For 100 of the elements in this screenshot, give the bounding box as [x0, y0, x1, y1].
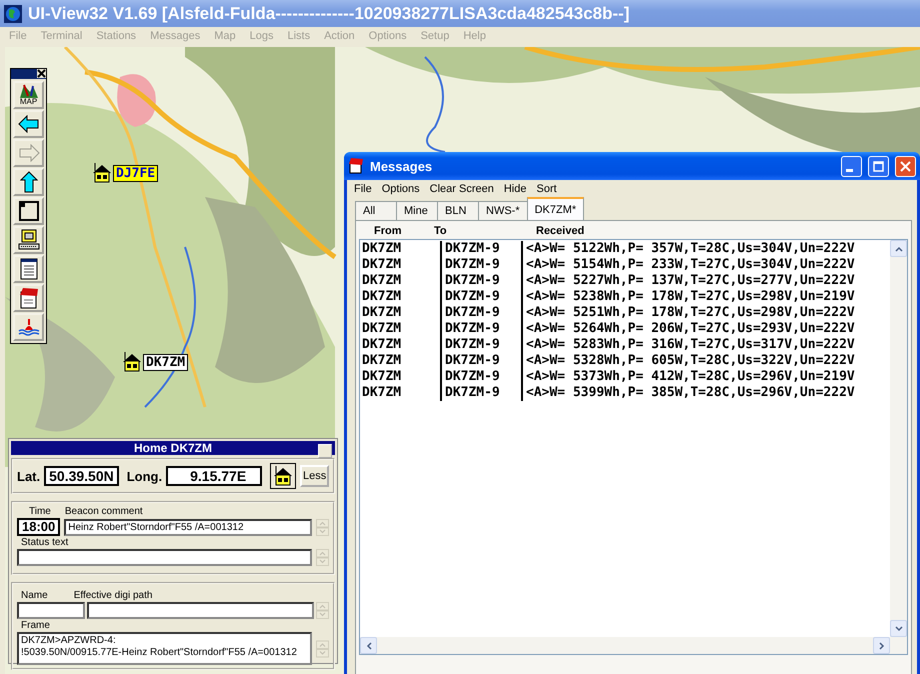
name-field[interactable]	[17, 602, 85, 619]
table-cell-text: DK7ZM	[361, 257, 402, 273]
maximize-icon	[873, 160, 884, 172]
antenna-button[interactable]	[13, 313, 44, 341]
antenna-icon	[18, 317, 40, 337]
menu-item[interactable]: File	[349, 183, 377, 195]
status-text-field[interactable]	[17, 549, 312, 566]
time-field[interactable]: 18:00	[17, 518, 60, 536]
minimize-icon	[846, 168, 853, 172]
table-cell-text: DK7ZM	[361, 241, 402, 257]
latitude-field[interactable]: 50.39.50N	[44, 466, 119, 486]
right-arrow-icon	[18, 144, 40, 162]
vertical-scrollbar[interactable]	[890, 240, 907, 637]
messages-button[interactable]	[13, 284, 44, 312]
longitude-label: Long.	[126, 468, 162, 484]
left-arrow-icon	[18, 115, 40, 133]
table-cell: <A>W= 5264Wh,P= 206W,T=27C,Us=293V,Un=222V	[521, 321, 855, 337]
up-button[interactable]	[13, 168, 44, 196]
tab[interactable]: NWS-*	[478, 201, 528, 220]
table-cell-text: DK7ZM	[361, 289, 402, 305]
globe-icon	[4, 4, 22, 22]
house-icon[interactable]	[270, 463, 296, 489]
computer-button[interactable]	[13, 226, 44, 254]
menu-item[interactable]: Options	[376, 183, 425, 195]
panel-title: Home DK7ZM	[134, 441, 212, 455]
table-cell: <A>W= 5373Wh,P= 412W,T=28C,Us=296V,Un=219V	[521, 369, 855, 385]
longitude-field[interactable]: 9.15.77E	[166, 466, 262, 486]
table-cell-text: DK7ZM	[361, 353, 402, 369]
name-label: Name	[21, 590, 48, 601]
table-cell: <A>W= 5227Wh,P= 137W,T=27C,Us=277V,Un=222V	[521, 273, 855, 289]
table-cell-text: DK7ZM	[361, 321, 402, 337]
table-cell: <A>W= 5154Wh,P= 233W,T=27C,Us=304V,Un=222V	[521, 257, 855, 273]
menu-item[interactable]: Hide	[498, 183, 532, 195]
latitude-label: Lat.	[17, 468, 40, 484]
table-cell-text: DK7ZM	[361, 369, 402, 385]
table-cell: DK7ZM-9	[440, 321, 521, 337]
table-cell: DK7ZM-9	[440, 257, 521, 273]
close-button[interactable]	[895, 156, 916, 176]
document-button[interactable]	[13, 255, 44, 283]
tab[interactable]: DK7ZM*	[526, 197, 584, 220]
house-icon[interactable]	[92, 163, 112, 183]
messages-icon	[348, 158, 364, 174]
column-header[interactable]: From	[374, 225, 434, 237]
messages-icon	[18, 287, 38, 309]
up-arrow-icon	[20, 171, 38, 193]
frame-field[interactable]: DK7ZM>APZWRD-4: !5039.50N/00915.77E-Heinz Robert"Storndorf"F55 /A=001312	[17, 632, 312, 665]
digi-path-label: Effective digi path	[74, 590, 152, 601]
maximize-button[interactable]	[868, 156, 889, 176]
table-cell-text: DK7ZM	[361, 385, 402, 401]
beacon-comment-field[interactable]: Heinz Robert"Storndorf"F55 /A=001312	[64, 518, 312, 536]
table-cell-text: DK7ZM	[361, 305, 402, 321]
scroll-left-button[interactable]	[360, 637, 377, 654]
scroll-up-button[interactable]	[890, 240, 907, 257]
table-cell-text: DK7ZM	[361, 273, 402, 289]
table-cell: <A>W= 5122Wh,P= 357W,T=28C,Us=304V,Un=222V	[521, 241, 855, 257]
menu-item[interactable]: Clear Screen	[424, 183, 499, 195]
less-button[interactable]: Less	[300, 465, 329, 487]
status-text-label: Status text	[21, 537, 68, 548]
scroll-down-button[interactable]	[890, 620, 907, 637]
document-icon	[20, 258, 38, 280]
table-cell: <A>W= 5251Wh,P= 178W,T=27C,Us=298V,Un=222V	[521, 305, 855, 321]
close-icon[interactable]	[37, 69, 46, 78]
tab[interactable]: All	[355, 201, 397, 220]
close-icon	[900, 160, 911, 172]
window-title: Messages	[370, 158, 434, 174]
scroll-right-button[interactable]	[873, 637, 890, 654]
table-cell: <A>W= 5399Wh,P= 385W,T=28C,Us=296V,Un=222V	[521, 385, 855, 401]
table-cell: DK7ZM-9	[440, 305, 521, 321]
table-cell: DK7ZM-9	[440, 353, 521, 369]
table-cell-text: DK7ZM	[361, 337, 402, 353]
house-icon[interactable]	[122, 352, 142, 372]
window-title: UI-View32 V1.69 [Alsfeld-Fulda--------------1020938277LISA3cda482543c8b--]	[28, 4, 630, 24]
tab[interactable]: BLN	[437, 201, 479, 220]
table-cell: DK7ZM-9	[440, 289, 521, 305]
station-label[interactable]: DJ7FE	[113, 164, 158, 182]
window-icon	[18, 201, 38, 221]
table-cell: DK7ZM-9	[440, 241, 521, 257]
table-cell: DK7ZM-9	[440, 369, 521, 385]
menu-item[interactable]: Sort	[531, 183, 562, 195]
map-button[interactable]: MAP	[13, 81, 44, 109]
frame-label: Frame	[21, 620, 50, 631]
table-cell: <A>W= 5238Wh,P= 178W,T=27C,Us=298V,Un=219V	[521, 289, 855, 305]
table-cell: DK7ZM-9	[440, 273, 521, 289]
table-cell: DK7ZM-9	[440, 337, 521, 353]
column-header[interactable]: Received	[536, 225, 636, 237]
table-cell: DK7ZM-9	[440, 385, 521, 401]
computer-icon	[18, 229, 40, 251]
table-cell: <A>W= 5283Wh,P= 316W,T=27C,Us=317V,Un=222V	[521, 337, 855, 353]
station-label[interactable]: DK7ZM	[143, 354, 188, 370]
digi-path-field[interactable]	[87, 602, 314, 619]
tab[interactable]: Mine	[396, 201, 438, 220]
beacon-comment-label: Beacon comment	[64, 506, 143, 517]
column-header[interactable]: To	[434, 225, 511, 237]
map-icon	[18, 84, 40, 98]
horizontal-scrollbar[interactable]	[360, 637, 907, 654]
back-button[interactable]	[13, 110, 44, 138]
window-button[interactable]	[13, 197, 44, 225]
minimize-button[interactable]	[841, 156, 862, 176]
time-label: Time	[29, 506, 51, 517]
table-cell: <A>W= 5328Wh,P= 605W,T=28C,Us=322V,Un=222V	[521, 353, 855, 369]
